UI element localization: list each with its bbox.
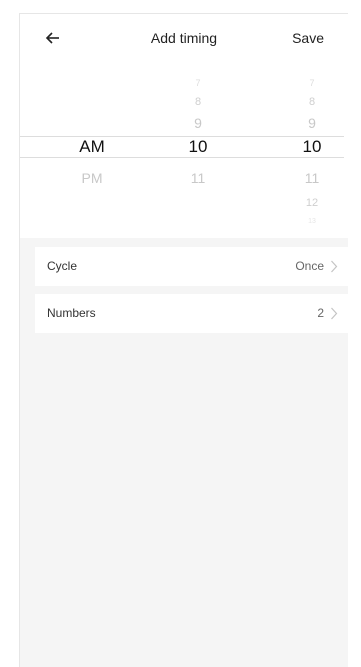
numbers-value: 2 — [317, 306, 324, 320]
minute-option[interactable]: 12 — [282, 193, 342, 213]
cycle-label: Cycle — [47, 259, 78, 273]
back-button[interactable] — [44, 28, 64, 48]
minute-option[interactable]: 11 — [282, 168, 342, 188]
minute-option-selected[interactable]: 10 — [282, 137, 342, 157]
chevron-right-icon — [330, 260, 338, 273]
period-option-am[interactable]: AM — [62, 137, 122, 157]
cycle-row[interactable]: Cycle Once — [35, 247, 348, 286]
timing-screen: Add timing Save AM PM 7 8 9 10 11 7 8 9 … — [19, 13, 348, 667]
numbers-label: Numbers — [47, 306, 96, 320]
hour-option[interactable]: 9 — [168, 113, 228, 133]
hour-option[interactable]: 11 — [168, 168, 228, 188]
hour-column[interactable]: 7 8 9 10 11 — [168, 64, 228, 238]
minute-option[interactable]: 7 — [282, 73, 342, 93]
hour-option[interactable]: 7 — [168, 73, 228, 93]
header-panel: Add timing Save AM PM 7 8 9 10 11 7 8 9 … — [20, 14, 348, 238]
period-option-pm[interactable]: PM — [62, 168, 122, 188]
chevron-right-icon — [330, 307, 338, 320]
arrow-left-icon — [45, 32, 59, 44]
hour-option-selected[interactable]: 10 — [168, 137, 228, 157]
time-picker: AM PM 7 8 9 10 11 7 8 9 10 11 12 13 — [20, 64, 348, 238]
minute-option[interactable]: 13 — [282, 212, 342, 232]
cycle-value: Once — [295, 259, 324, 273]
numbers-row[interactable]: Numbers 2 — [35, 294, 348, 333]
hour-option[interactable]: 8 — [168, 92, 228, 112]
period-column[interactable]: AM PM — [62, 64, 122, 238]
minute-column[interactable]: 7 8 9 10 11 12 13 — [282, 64, 342, 238]
save-button[interactable]: Save — [292, 30, 324, 46]
minute-option[interactable]: 8 — [282, 92, 342, 112]
minute-option[interactable]: 9 — [282, 113, 342, 133]
